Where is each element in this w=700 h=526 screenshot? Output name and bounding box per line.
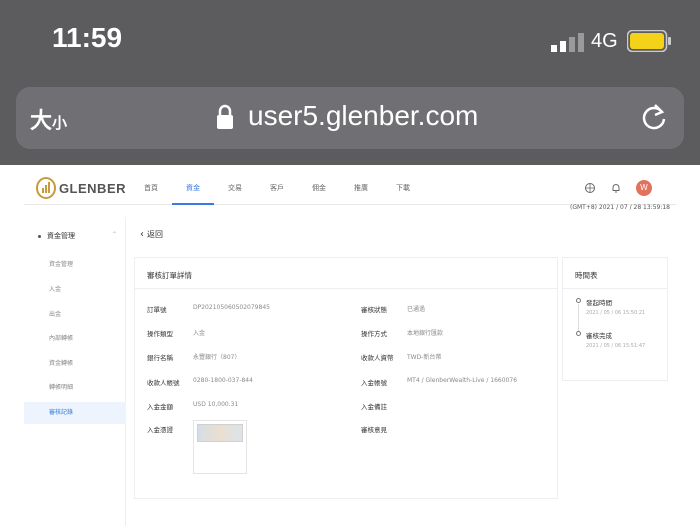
- payee-label: 收款人資幣: [361, 354, 394, 362]
- status-label: 審核狀態: [361, 306, 387, 314]
- reload-icon[interactable]: [640, 103, 668, 131]
- nav-icons: W: [584, 180, 652, 196]
- logo-text: GLENBER: [58, 180, 126, 196]
- payee-acct-label: 收款人帳號: [147, 379, 180, 387]
- nav-menu: 首頁 資金 交易 客戶 佣金 推廣 下載: [130, 173, 424, 205]
- detail-title: 審核訂單詳情: [147, 271, 192, 280]
- nav-item-commission[interactable]: 佣金: [298, 173, 340, 205]
- network-label: 4G: [591, 30, 618, 52]
- server-time: (GMT+8) 2021 / 07 / 28 13:59:18: [570, 204, 670, 211]
- nav-item-promotion[interactable]: 推廣: [340, 173, 382, 205]
- order-no-value: DP20210506050207984​5: [193, 304, 270, 311]
- nav-item-trade[interactable]: 交易: [214, 173, 256, 205]
- timeline-line: [578, 304, 579, 334]
- amount-label: 入金金額: [147, 403, 173, 411]
- nav-item-clients[interactable]: 客戶: [256, 173, 298, 205]
- back-label: 返回: [147, 230, 163, 239]
- timeline-title: 時間表: [575, 271, 598, 280]
- address-bar[interactable]: 大小 user5.glenber.com: [16, 87, 684, 149]
- sidebar-item-review-records[interactable]: 審核記錄: [24, 402, 126, 424]
- lock-icon: [217, 104, 233, 129]
- timeline-dot-icon: [576, 298, 581, 303]
- sidebar-item-fund-management[interactable]: 資金管理: [24, 254, 126, 276]
- timeline-event-label: 發起時間: [586, 299, 612, 307]
- nav-item-home[interactable]: 首頁: [130, 173, 172, 205]
- payee-acct-value: 0280-1800-037-844: [193, 377, 253, 384]
- op-method-value: 本地銀行匯款: [407, 330, 444, 337]
- group-dot-icon: [38, 234, 41, 238]
- web-page: GLENBER 首頁 資金 交易 客戶 佣金 推廣 下載 W (GMT+8) 2…: [0, 165, 700, 526]
- deposit-acct-label: 入金帳號: [361, 379, 387, 387]
- sidebar-group[interactable]: 資金管理: [38, 231, 75, 241]
- nav-item-funds[interactable]: 資金: [172, 173, 214, 205]
- top-nav: GLENBER 首頁 資金 交易 客戶 佣金 推廣 下載 W: [24, 173, 676, 205]
- op-method-label: 操作方式: [361, 330, 387, 338]
- chevron-left-icon: ‹: [140, 229, 144, 240]
- order-detail-panel: 審核訂單詳情 訂單號 DP20210506050207984​5 審核狀態 已通…: [134, 257, 558, 499]
- avatar[interactable]: W: [636, 180, 652, 196]
- status-value: 已通過: [407, 306, 426, 313]
- receipt-thumbnail[interactable]: [193, 420, 247, 474]
- divider: [563, 288, 667, 289]
- receipt-image: [197, 424, 243, 442]
- status-bar: 11:59 4G 大小 user5.glenber.com: [0, 0, 700, 165]
- deposit-acct-value: MT4 / GlenberWealth-Live / 1660076: [407, 377, 518, 384]
- bank-value: 永豐銀行（807）: [193, 354, 241, 361]
- bank-label: 銀行名稱: [147, 354, 173, 362]
- text-size-button[interactable]: 大小: [30, 103, 67, 135]
- signal-icon: [551, 33, 584, 52]
- text-size-large: 大: [30, 109, 53, 134]
- chevron-up-icon[interactable]: ⌃: [112, 231, 117, 238]
- bell-icon[interactable]: [610, 182, 622, 194]
- sidebar-item-deposit[interactable]: 入金: [24, 279, 126, 301]
- timeline-event-time: 2021 / 05 / 06 15:50:21: [586, 310, 646, 316]
- payee-value: TWD-新台幣: [407, 354, 442, 361]
- content-card: 資金管理 ⌃ 資金管理 入金 出金 內部轉帳 資金轉帳 轉帳明細 審核記錄 ‹ 返…: [24, 217, 676, 526]
- receipt-label: 入金憑證: [147, 426, 173, 434]
- sidebar-item-internal-transfer[interactable]: 內部轉帳: [24, 328, 126, 350]
- opinion-label: 審核意見: [361, 426, 387, 434]
- clock: 11:59: [52, 22, 123, 53]
- sidebar: 資金管理 ⌃ 資金管理 入金 出金 內部轉帳 資金轉帳 轉帳明細 審核記錄: [24, 217, 126, 526]
- sidebar-item-transfer-details[interactable]: 轉帳明細: [24, 377, 126, 399]
- order-no-label: 訂單號: [147, 306, 167, 314]
- timeline-panel: 時間表 發起時間 2021 / 05 / 06 15:50:21 審核完成 20…: [562, 257, 668, 381]
- op-type-label: 操作類型: [147, 330, 173, 338]
- op-type-value: 入金: [193, 330, 206, 337]
- battery-icon: [627, 30, 671, 52]
- url-text[interactable]: user5.glenber.com: [248, 100, 478, 132]
- language-icon[interactable]: [584, 182, 596, 194]
- sidebar-item-fund-transfer[interactable]: 資金轉帳: [24, 353, 126, 375]
- logo[interactable]: GLENBER: [36, 176, 126, 200]
- sidebar-group-label: 資金管理: [47, 232, 75, 240]
- timeline-event-label: 審核完成: [586, 332, 612, 340]
- text-size-small: 小: [52, 114, 68, 132]
- logo-emblem-icon: [36, 177, 56, 199]
- timeline-event-time: 2021 / 05 / 06 15:51:47: [586, 343, 646, 349]
- back-link[interactable]: ‹ 返回: [140, 229, 163, 240]
- remark-label: 入金備註: [361, 403, 387, 411]
- sidebar-item-withdraw[interactable]: 出金: [24, 304, 126, 326]
- amount-value: USD 10,000.31: [193, 401, 239, 408]
- divider: [135, 288, 557, 289]
- nav-item-download[interactable]: 下載: [382, 173, 424, 205]
- timeline-dot-icon: [576, 331, 581, 336]
